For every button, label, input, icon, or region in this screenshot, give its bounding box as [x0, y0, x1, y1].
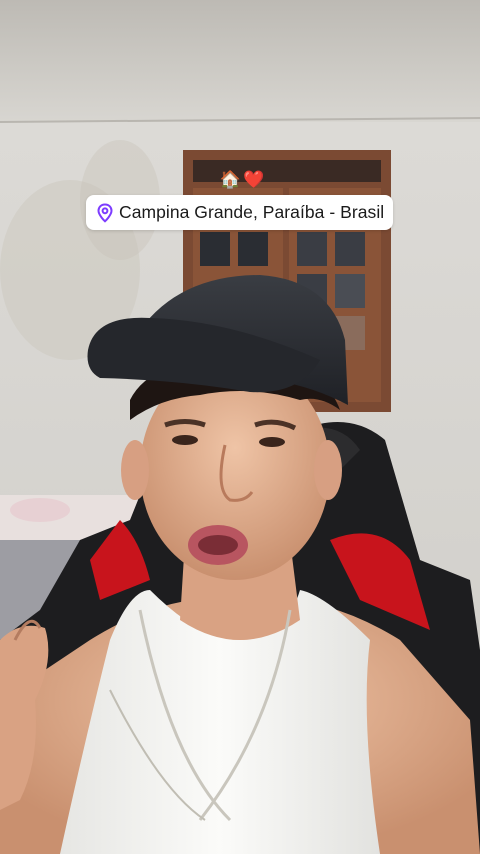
location-sticker[interactable]: Campina Grande, Paraíba - Brasil [86, 195, 393, 230]
ear-right [314, 440, 342, 500]
emoji-sticker[interactable]: 🏠 ❤️ [220, 168, 264, 192]
location-label: Campina Grande, Paraíba - Brasil [119, 202, 385, 222]
eye-right [259, 437, 285, 447]
heart-emoji: ❤️ [243, 169, 265, 190]
mouth-inner [198, 535, 238, 555]
house-emoji: 🏠 [219, 169, 241, 190]
ceiling [0, 0, 480, 122]
video-frame: 🏠 ❤️ Campina Grande, Paraíba - Brasil [0, 0, 480, 854]
video-scene [0, 0, 480, 854]
eye-left [172, 435, 198, 445]
ear-left [121, 440, 149, 500]
location-pin-icon [96, 202, 114, 223]
